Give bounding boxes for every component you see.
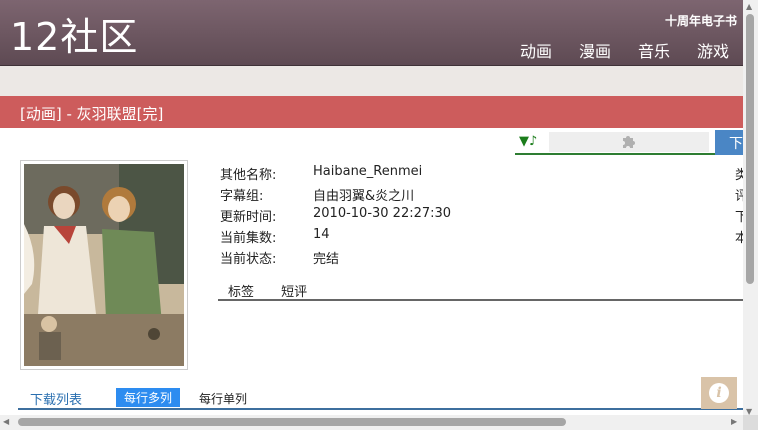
tab-short-review[interactable]: 短评 xyxy=(281,281,307,300)
music-icon[interactable]: ▼♪ xyxy=(519,134,537,149)
download-list-title: 下载列表 xyxy=(30,393,83,408)
info-right-label: 评 xyxy=(735,189,743,204)
cover-image xyxy=(20,160,188,370)
page-title-bar: [动画] - 灰羽联盟[完] xyxy=(0,96,743,128)
puzzle-icon xyxy=(621,133,637,153)
ebook-link[interactable]: 十周年电子书 xyxy=(665,12,737,29)
info-row-status: 当前状态: 完结 xyxy=(220,248,613,269)
info-right-label: 本 xyxy=(735,231,743,246)
scroll-up-arrow-icon[interactable]: ▲ xyxy=(746,2,752,11)
site-header: 12社区 十周年电子书 动画 漫画 音乐 游戏 xyxy=(0,0,743,66)
info-right-label: 类 xyxy=(735,168,743,183)
info-row-alias: 其他名称: Haibane_Renmei xyxy=(220,164,613,185)
scrollbar-thumb[interactable] xyxy=(18,418,566,426)
nav-item-music[interactable]: 音乐 xyxy=(638,38,670,62)
info-right-label: 下 xyxy=(735,210,743,225)
info-row-updated: 更新时间: 2010-10-30 22:27:30 xyxy=(220,206,613,227)
info-value: 14 xyxy=(313,227,330,242)
page-title: [动画] - 灰羽联盟[完] xyxy=(20,105,164,123)
info-label: 当前状态: xyxy=(220,252,277,267)
scrollbar-vertical[interactable]: ▲ ▼ xyxy=(743,0,758,430)
tab-tags[interactable]: 标签 xyxy=(228,281,254,300)
scrollbar-corner xyxy=(743,415,758,430)
info-row-subgroup: 字幕组: 自由羽翼&炎之川 xyxy=(220,185,613,206)
audio-player[interactable]: ▼♪ xyxy=(515,130,715,155)
scroll-right-arrow-icon[interactable]: ▶ xyxy=(731,417,737,426)
scrollbar-thumb[interactable] xyxy=(746,14,754,284)
anime-info: 其他名称: Haibane_Renmei 字幕组: 自由羽翼&炎之川 更新时间:… xyxy=(220,164,613,269)
site-logo[interactable]: 12社区 xyxy=(10,14,138,60)
info-label: 更新时间: xyxy=(220,210,277,225)
single-column-button[interactable]: 每行单列 xyxy=(199,390,247,407)
nav-item-anime[interactable]: 动画 xyxy=(520,38,552,62)
scrollbar-horizontal[interactable]: ◀ ▶ xyxy=(0,415,743,430)
subheader-band xyxy=(0,66,743,96)
plugin-placeholder[interactable] xyxy=(549,132,709,152)
nav-item-games[interactable]: 游戏 xyxy=(697,38,729,62)
info-tabs: 标签 短评 xyxy=(218,281,743,301)
info-value: 2010-10-30 22:27:30 xyxy=(313,206,452,221)
info-value[interactable]: 自由羽翼&炎之川 xyxy=(313,185,613,206)
main-nav: 动画 漫画 音乐 游戏 xyxy=(520,38,729,62)
multi-column-button[interactable]: 每行多列 xyxy=(116,388,181,407)
download-list-header: 下载列表 每行多列 每行单列 xyxy=(18,388,743,410)
info-row-episodes: 当前集数: 14 xyxy=(220,227,613,248)
scroll-left-arrow-icon[interactable]: ◀ xyxy=(3,417,9,426)
info-value: Haibane_Renmei xyxy=(313,164,423,179)
nav-item-manga[interactable]: 漫画 xyxy=(579,38,611,62)
info-value: 完结 xyxy=(313,252,340,267)
info-label: 当前集数: xyxy=(220,231,277,246)
info-right-column: 类 评 下 本 xyxy=(735,164,743,248)
info-icon-button[interactable]: i xyxy=(701,377,737,409)
info-label: 其他名称: xyxy=(220,168,277,183)
download-button[interactable]: 下 xyxy=(715,130,743,155)
info-icon: i xyxy=(709,383,729,403)
info-label: 字幕组: xyxy=(220,189,264,204)
